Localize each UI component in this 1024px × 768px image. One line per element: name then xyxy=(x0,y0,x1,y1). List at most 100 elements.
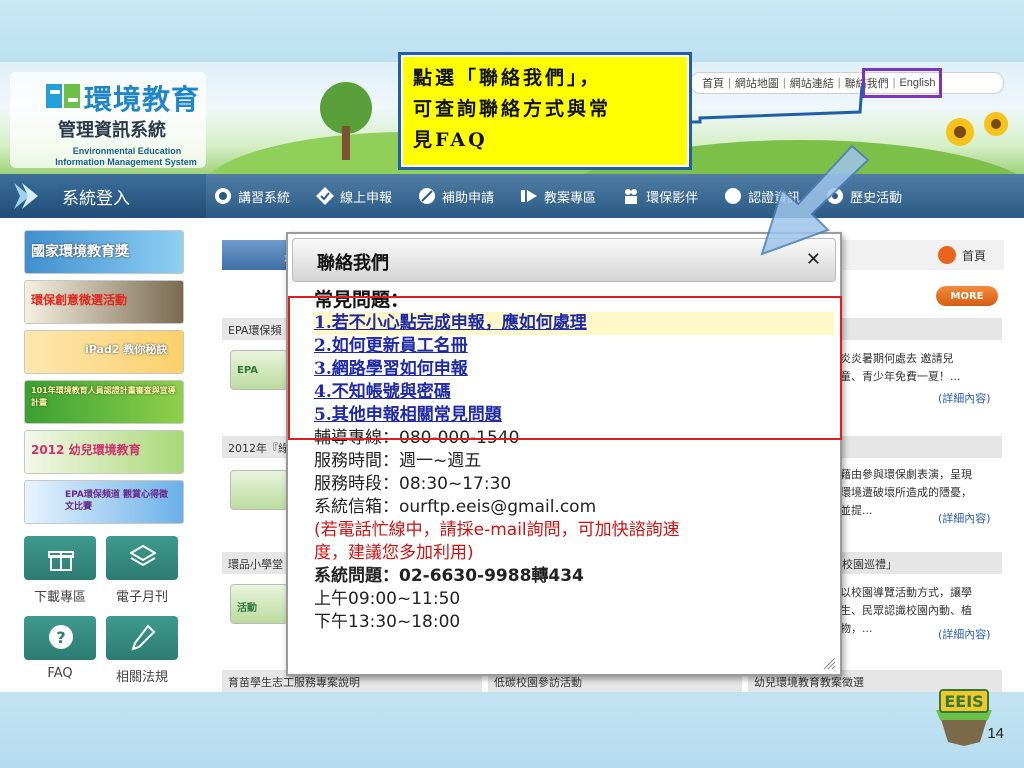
sidebar-banner-ipad[interactable]: iPad2 教你秘訣 xyxy=(24,330,184,374)
news-text-line: 並提... xyxy=(840,504,873,517)
faq-highlight-box xyxy=(288,296,842,440)
logo-subtitle: 管理資訊系統 xyxy=(58,120,166,141)
nav-item-label: 教案專區 xyxy=(544,190,597,206)
detail-link[interactable]: (詳細內容) xyxy=(938,390,991,406)
news-text-line: 生、民眾認識校園內動、植 xyxy=(840,604,972,617)
nav-item-lessons[interactable]: 教案專區 xyxy=(520,187,596,206)
section-thumb-epa[interactable]: EPA xyxy=(230,350,288,390)
detail-link[interactable]: (詳細內容) xyxy=(938,626,991,642)
people-icon xyxy=(625,189,638,204)
sidebar-banner-certification-plan[interactable]: 101年環境教育人員認證計畫審查與宣導計畫 xyxy=(24,380,184,424)
arrow-right-icon xyxy=(14,183,38,209)
top-links-bar: 首頁 | 網站地圖 | 網站連結 | 聯絡我們 | English xyxy=(690,72,1004,94)
home-link[interactable]: 首頁 xyxy=(938,246,986,264)
check-diamond-icon xyxy=(316,187,335,205)
slide-bottom-band xyxy=(0,692,1024,768)
dialog-title: 聯絡我們 xyxy=(317,253,389,274)
tree-icon xyxy=(320,82,372,160)
busy-note-line1: (若電話忙線中，請採e-mail詢問，可加快諮詢速 xyxy=(314,520,680,540)
site-logo[interactable]: 環境教育 管理資訊系統 Environmental Education Info… xyxy=(10,72,206,168)
system-email[interactable]: 系統信箱：ourftp.eeis@gmail.com xyxy=(314,496,834,519)
home-link-label: 首頁 xyxy=(962,248,987,263)
nav-login[interactable]: 系統登入 xyxy=(0,174,206,218)
play-icon xyxy=(521,190,538,202)
question-icon: ? xyxy=(49,625,73,649)
eeis-mark-icon xyxy=(46,84,80,108)
tile-emagazine[interactable] xyxy=(106,536,178,580)
nav-item-partners[interactable]: 環保影伴 xyxy=(622,187,698,206)
news-text-line: 環境遭破壞所造成的隱憂， xyxy=(840,486,972,499)
thumb-label: 活動 xyxy=(237,603,257,614)
callout-line3: 見FAQ xyxy=(413,129,488,151)
sidebar-banner-label: iPad2 教你秘訣 xyxy=(85,343,168,356)
nav-item-history[interactable]: 歷史活動 xyxy=(826,187,902,206)
nav-items: 講習系統 線上申報 補助申請 教案專區 環保影伴 認證資訊 歷史活動 xyxy=(214,174,928,218)
tile-regulations[interactable] xyxy=(106,616,178,660)
target-icon xyxy=(215,188,231,204)
sidebar-banner-label: 環保創意微選活動 xyxy=(31,293,128,307)
svg-text:?: ? xyxy=(56,628,65,647)
news-text-line: 炎炎暑期何處去 邀請兒 xyxy=(840,352,954,365)
tile-faq-label: FAQ xyxy=(47,666,73,681)
gift-icon xyxy=(48,551,74,571)
system-issue-phone: 系統問題：02-6630-9988轉434 xyxy=(314,566,584,586)
detail-link[interactable]: (詳細內容) xyxy=(938,510,991,526)
callout-line1: 點選「聯絡我們」， xyxy=(413,67,602,89)
sidebar: 國家環境教育獎 環保創意微選活動 iPad2 教你秘訣 101年環境教育人員認證… xyxy=(0,218,200,692)
thumb-label: EPA xyxy=(237,365,258,376)
layers-icon xyxy=(130,544,156,567)
info-icon xyxy=(725,188,742,204)
nav-login-label: 系統登入 xyxy=(62,188,130,209)
sidebar-banner-label: EPA環保頻道 觀賞心得徵文比賽 xyxy=(65,490,169,512)
sidebar-banner-epa-channel[interactable]: EPA環保頻道 觀賞心得徵文比賽 xyxy=(24,480,184,524)
sidebar-banner-label: 國家環境教育獎 xyxy=(31,244,129,260)
sidebar-banner-kids[interactable]: 2012 幼兒環境教育 xyxy=(24,430,184,474)
section-thumb-classroom[interactable]: 活動 xyxy=(230,584,288,624)
eeis-logo-text: EEIS xyxy=(944,692,983,711)
tile-download[interactable] xyxy=(24,536,96,580)
tile-download-label: 下載專區 xyxy=(33,590,86,605)
logo-title: 環境教育 xyxy=(84,83,201,116)
page-number: 14 xyxy=(987,725,1004,742)
arrow-circle-icon xyxy=(938,246,956,264)
dialog-title-bar[interactable]: 聯絡我們 ✕ xyxy=(292,238,836,282)
hours-pm: 下午13:30~18:00 xyxy=(314,612,461,632)
top-link-sitemap[interactable]: 網站地圖 xyxy=(732,75,782,91)
nav-item-certification[interactable]: 認證資訊 xyxy=(724,187,800,206)
nav-item-label: 講習系統 xyxy=(238,190,291,206)
flower-icon xyxy=(827,188,844,204)
sidebar-banner-label: 101年環境教育人員認證計畫審查與宣導計畫 xyxy=(31,386,176,407)
top-link-home[interactable]: 首頁 xyxy=(699,75,727,91)
resize-grip-icon[interactable] xyxy=(822,656,836,670)
tile-emagazine-label: 電子月刊 xyxy=(115,590,168,605)
busy-note-line2: 度，建議您多加利用) xyxy=(314,543,474,563)
nav-item-subsidy[interactable]: 補助申請 xyxy=(418,187,494,206)
logo-english-line1: Environmental Education xyxy=(72,146,182,156)
section-thumb-green[interactable] xyxy=(230,470,288,510)
nav-item-label: 補助申請 xyxy=(442,190,495,206)
service-days: 服務時間：週一~週五 xyxy=(314,451,482,471)
sunflower-icon xyxy=(946,112,1008,146)
close-icon[interactable]: ✕ xyxy=(806,249,821,270)
nav-item-label: 認證資訊 xyxy=(748,190,801,206)
nav-item-declare[interactable]: 線上申報 xyxy=(316,187,392,206)
callout-line2: 可查詢聯絡方式與常 xyxy=(413,98,612,120)
service-hours: 服務時段：08:30~17:30 xyxy=(314,474,512,494)
contact-link-highlight xyxy=(862,68,942,98)
nav-item-label: 歷史活動 xyxy=(850,190,903,206)
top-link-links[interactable]: 網站連結 xyxy=(787,75,837,91)
sidebar-banner-creative[interactable]: 環保創意微選活動 xyxy=(24,280,184,324)
sidebar-banner-award[interactable]: 國家環境教育獎 xyxy=(24,230,184,274)
news-text-line: 物，... xyxy=(840,622,873,635)
more-button[interactable]: MORE xyxy=(936,286,998,306)
tile-regulations-label: 相關法規 xyxy=(115,670,168,685)
tile-faq[interactable]: ? xyxy=(24,616,96,660)
no-entry-icon xyxy=(419,188,436,204)
main-nav: 系統登入 講習系統 線上申報 補助申請 教案專區 環保影伴 認證資訊 歷史活動 xyxy=(0,174,1024,218)
news-text-line: 童、青少年免費一夏！... xyxy=(840,370,961,383)
nav-item-training[interactable]: 講習系統 xyxy=(214,187,290,206)
sidebar-banner-label: 2012 幼兒環境教育 xyxy=(31,443,141,457)
pencil-icon xyxy=(131,624,156,651)
logo-english-line2: Information Management System xyxy=(55,157,197,167)
instruction-callout: 點選「聯絡我們」， 可查詢聯絡方式與常 見FAQ xyxy=(398,52,692,170)
